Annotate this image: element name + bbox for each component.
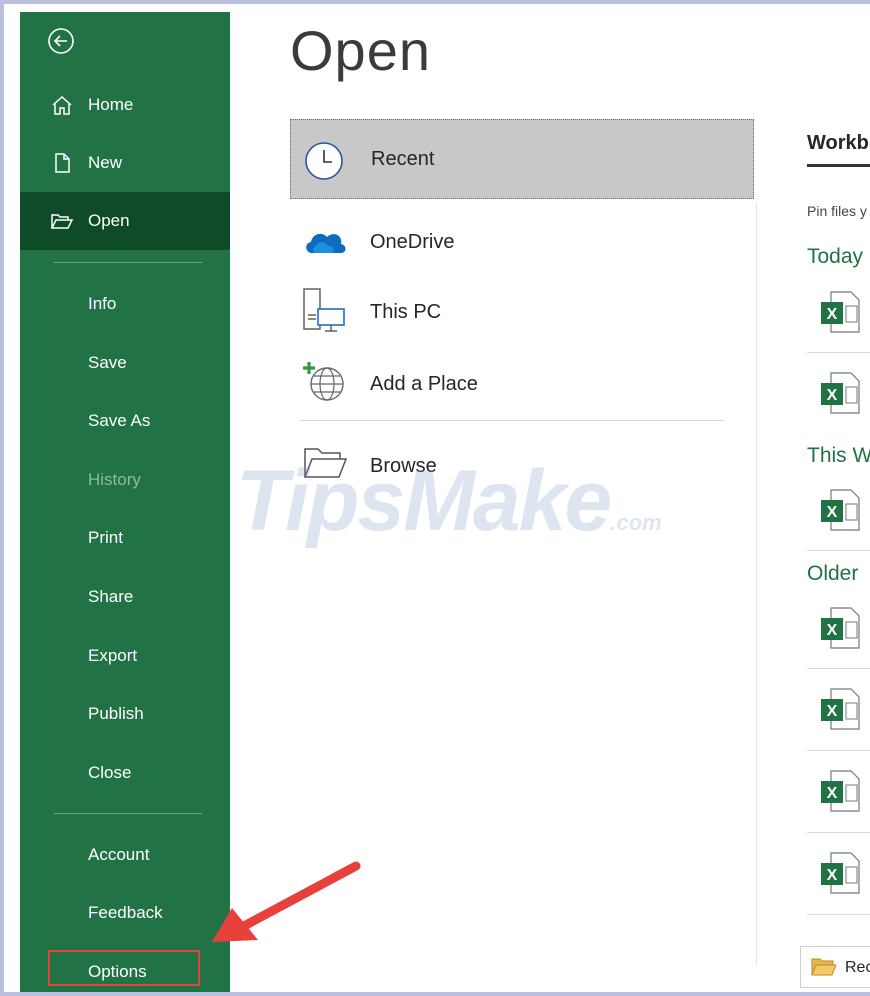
recent-file-row[interactable]: X (807, 353, 870, 433)
sidebar-item-open[interactable]: Open (20, 192, 230, 250)
location-onedrive[interactable]: OneDrive (290, 207, 754, 277)
excel-file-icon: X (821, 770, 860, 812)
group-heading-today: Today (807, 245, 864, 268)
group-heading-older: Older (807, 562, 859, 585)
svg-text:X: X (827, 867, 838, 884)
recent-file-row[interactable]: X (807, 669, 870, 749)
folder-icon (811, 958, 837, 976)
excel-file-icon: X (821, 607, 860, 649)
location-label: Recent (371, 148, 435, 170)
svg-text:X: X (827, 387, 838, 404)
recent-file-row[interactable]: X (807, 833, 870, 913)
new-document-icon (55, 153, 70, 173)
sidebar-item-publish[interactable]: Publish (20, 685, 230, 743)
location-add-a-place[interactable]: Add a Place (290, 349, 754, 419)
location-label: Add a Place (370, 373, 478, 395)
watermark: TipsMake.com (236, 452, 662, 551)
location-divider (300, 420, 724, 421)
sidebar-item-label: New (88, 153, 123, 172)
recent-file-row[interactable]: X (807, 272, 870, 352)
watermark-suffix: .com (610, 510, 662, 535)
sidebar-item-label: Share (88, 587, 134, 606)
sidebar-divider (54, 262, 202, 263)
sidebar-item-label: Info (88, 294, 117, 313)
recent-file-row[interactable]: X (807, 588, 870, 668)
pin-files-hint: Pin files y (807, 203, 867, 219)
tab-underline (807, 164, 870, 167)
sidebar-item-label: Export (88, 646, 138, 665)
cloud-icon (306, 233, 346, 253)
excel-file-icon: X (821, 852, 860, 894)
svg-text:X: X (827, 785, 838, 802)
location-label: OneDrive (370, 231, 455, 253)
sidebar-divider (54, 813, 202, 814)
watermark-text: TipsMake (236, 453, 612, 549)
sidebar-item-share[interactable]: Share (20, 568, 230, 626)
location-label: This PC (370, 301, 442, 323)
sidebar-item-label: Save (88, 353, 127, 372)
svg-text:X: X (827, 703, 838, 720)
computer-icon (303, 288, 345, 332)
recover-label: Rec (845, 959, 870, 976)
back-button[interactable] (46, 26, 76, 56)
recent-file-row[interactable]: X (807, 751, 870, 831)
recent-file-row[interactable]: X (807, 470, 870, 550)
sidebar-item-account[interactable]: Account (20, 826, 230, 884)
sidebar-item-info[interactable]: Info (20, 275, 230, 333)
sidebar-item-label: Account (88, 845, 150, 864)
home-icon (52, 95, 72, 115)
sidebar-item-new[interactable]: New (20, 134, 230, 192)
tab-workbooks[interactable]: Workb (807, 132, 869, 155)
excel-file-icon: X (821, 372, 860, 414)
backstage-sidebar: Home New Open Info Save Save As History (20, 12, 230, 992)
backstage-window: Home New Open Info Save Save As History (0, 0, 870, 996)
sidebar-item-feedback[interactable]: Feedback (20, 884, 230, 942)
sidebar-item-history: History (20, 451, 230, 509)
excel-file-icon: X (821, 291, 860, 333)
options-highlight-box (48, 950, 200, 986)
svg-text:X: X (827, 306, 838, 323)
sidebar-item-label: Close (88, 763, 132, 782)
sidebar-item-label: Publish (88, 704, 144, 723)
back-arrow-icon (48, 28, 74, 54)
recover-unsaved-button[interactable]: Rec (800, 946, 870, 988)
excel-file-icon: X (821, 688, 860, 730)
sidebar-item-label: Open (88, 211, 130, 230)
row-divider (807, 550, 870, 551)
globe-add-icon (303, 362, 344, 401)
open-folder-icon (50, 214, 74, 229)
sidebar-item-close[interactable]: Close (20, 744, 230, 802)
pane-separator (756, 204, 757, 964)
sidebar-item-print[interactable]: Print (20, 509, 230, 567)
sidebar-item-label: Home (88, 95, 134, 114)
annotation-arrow (212, 861, 361, 942)
location-recent[interactable]: Recent (290, 119, 754, 199)
svg-text:X: X (827, 622, 838, 639)
sidebar-item-label: Print (88, 528, 123, 547)
sidebar-item-export[interactable]: Export (20, 627, 230, 685)
svg-text:X: X (827, 504, 838, 521)
location-this-pc[interactable]: This PC (290, 277, 754, 347)
sidebar-item-label: History (88, 470, 141, 489)
sidebar-item-save[interactable]: Save (20, 334, 230, 392)
sidebar-item-label: Feedback (88, 903, 163, 922)
page-title: Open (290, 19, 431, 82)
row-divider (807, 914, 870, 915)
group-heading-this-week: This We (807, 444, 870, 467)
sidebar-item-home[interactable]: Home (20, 76, 230, 134)
clock-icon (305, 142, 343, 180)
excel-file-icon: X (821, 489, 860, 531)
sidebar-item-label: Save As (88, 411, 151, 430)
sidebar-item-save-as[interactable]: Save As (20, 392, 230, 450)
